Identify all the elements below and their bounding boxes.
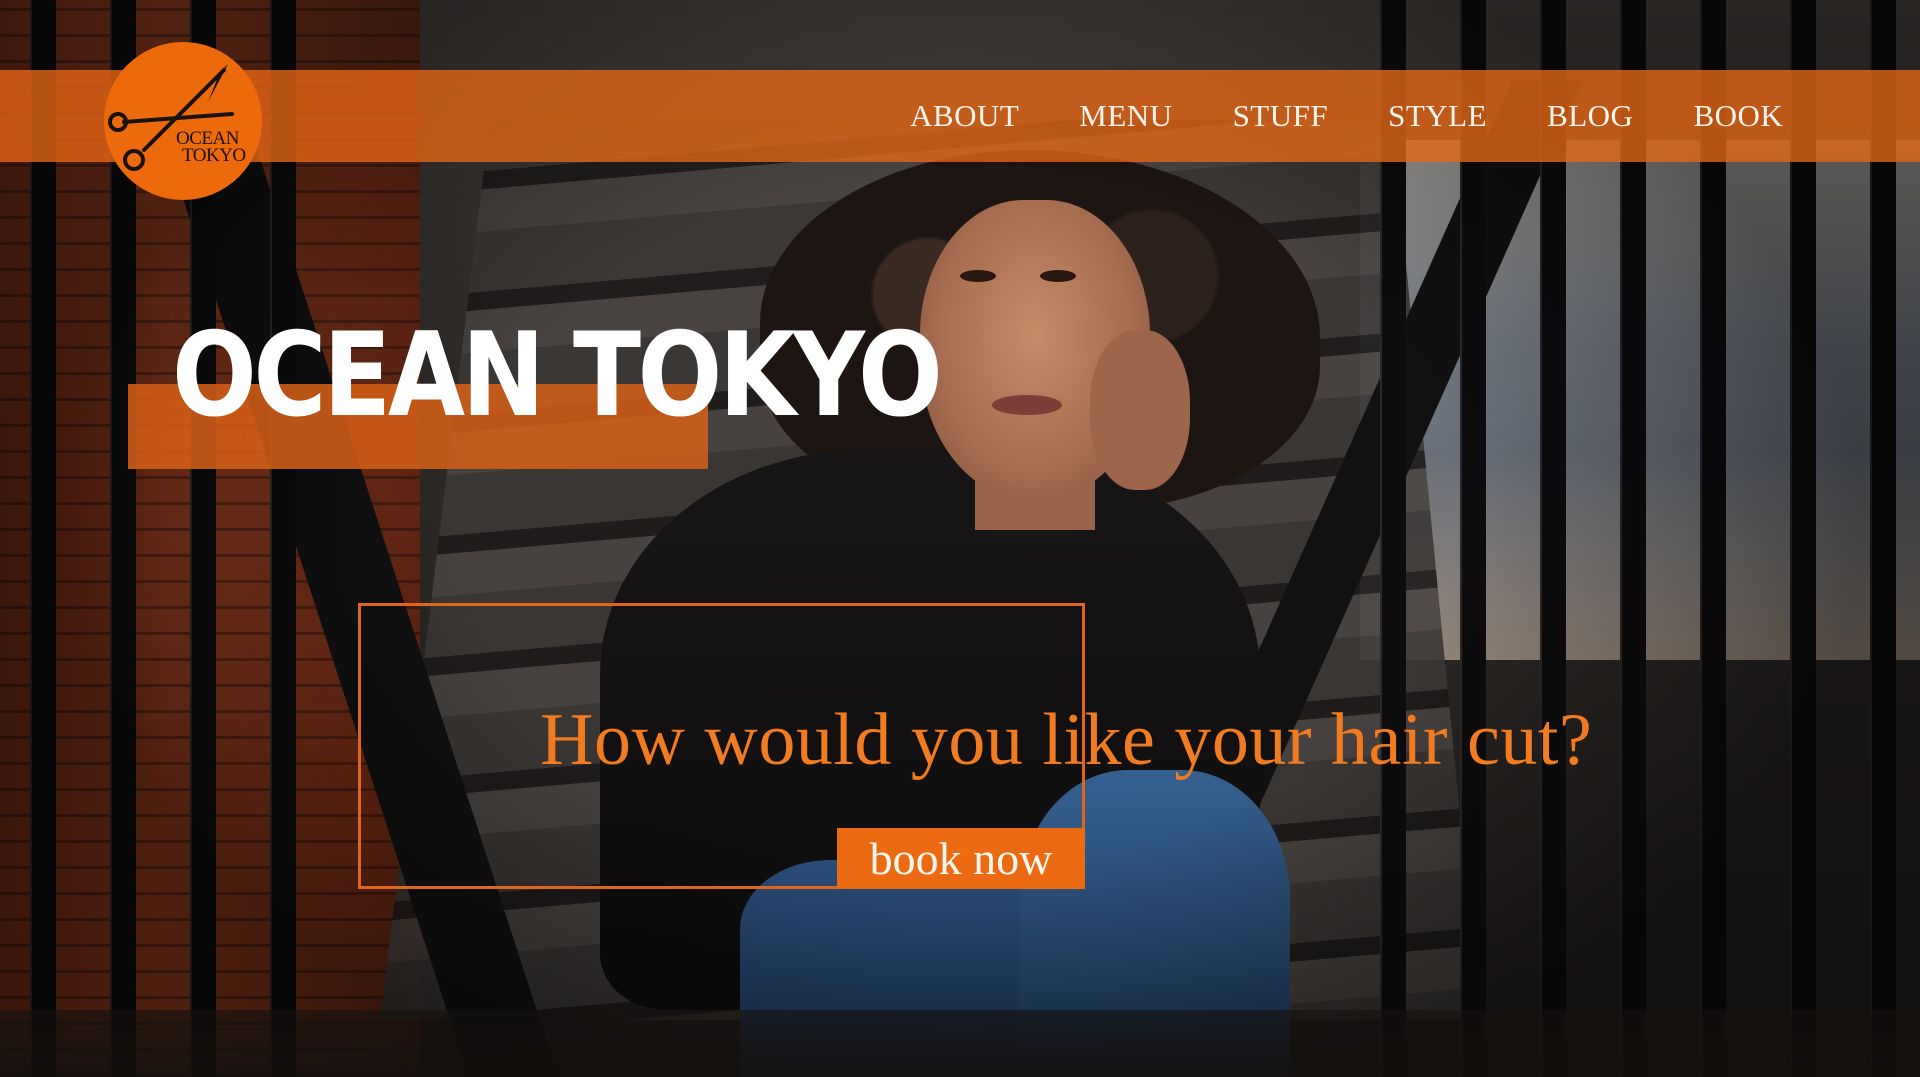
nav-item-about[interactable]: ABOUT: [880, 98, 1049, 134]
nav-item-style[interactable]: STYLE: [1358, 98, 1517, 134]
hero-question: How would you like your hair cut?: [540, 699, 1593, 781]
hero-title: OCEAN TOKYO: [172, 308, 943, 443]
site-logo[interactable]: OCEAN TOKYO: [104, 42, 262, 200]
nav-item-stuff[interactable]: STUFF: [1203, 98, 1359, 134]
logo-line-2: TOKYO: [182, 145, 246, 166]
nav-item-blog[interactable]: BLOG: [1517, 98, 1663, 134]
logo-wordmark: OCEAN TOKYO: [176, 129, 246, 166]
main-nav: ABOUT MENU STUFF STYLE BLOG BOOK: [880, 70, 1813, 162]
nav-item-book[interactable]: BOOK: [1663, 98, 1813, 134]
nav-item-menu[interactable]: MENU: [1049, 98, 1202, 134]
photo-bottom-edge: [0, 1010, 1920, 1077]
book-now-button[interactable]: book now: [837, 828, 1085, 889]
scissors-icon: [108, 64, 234, 171]
